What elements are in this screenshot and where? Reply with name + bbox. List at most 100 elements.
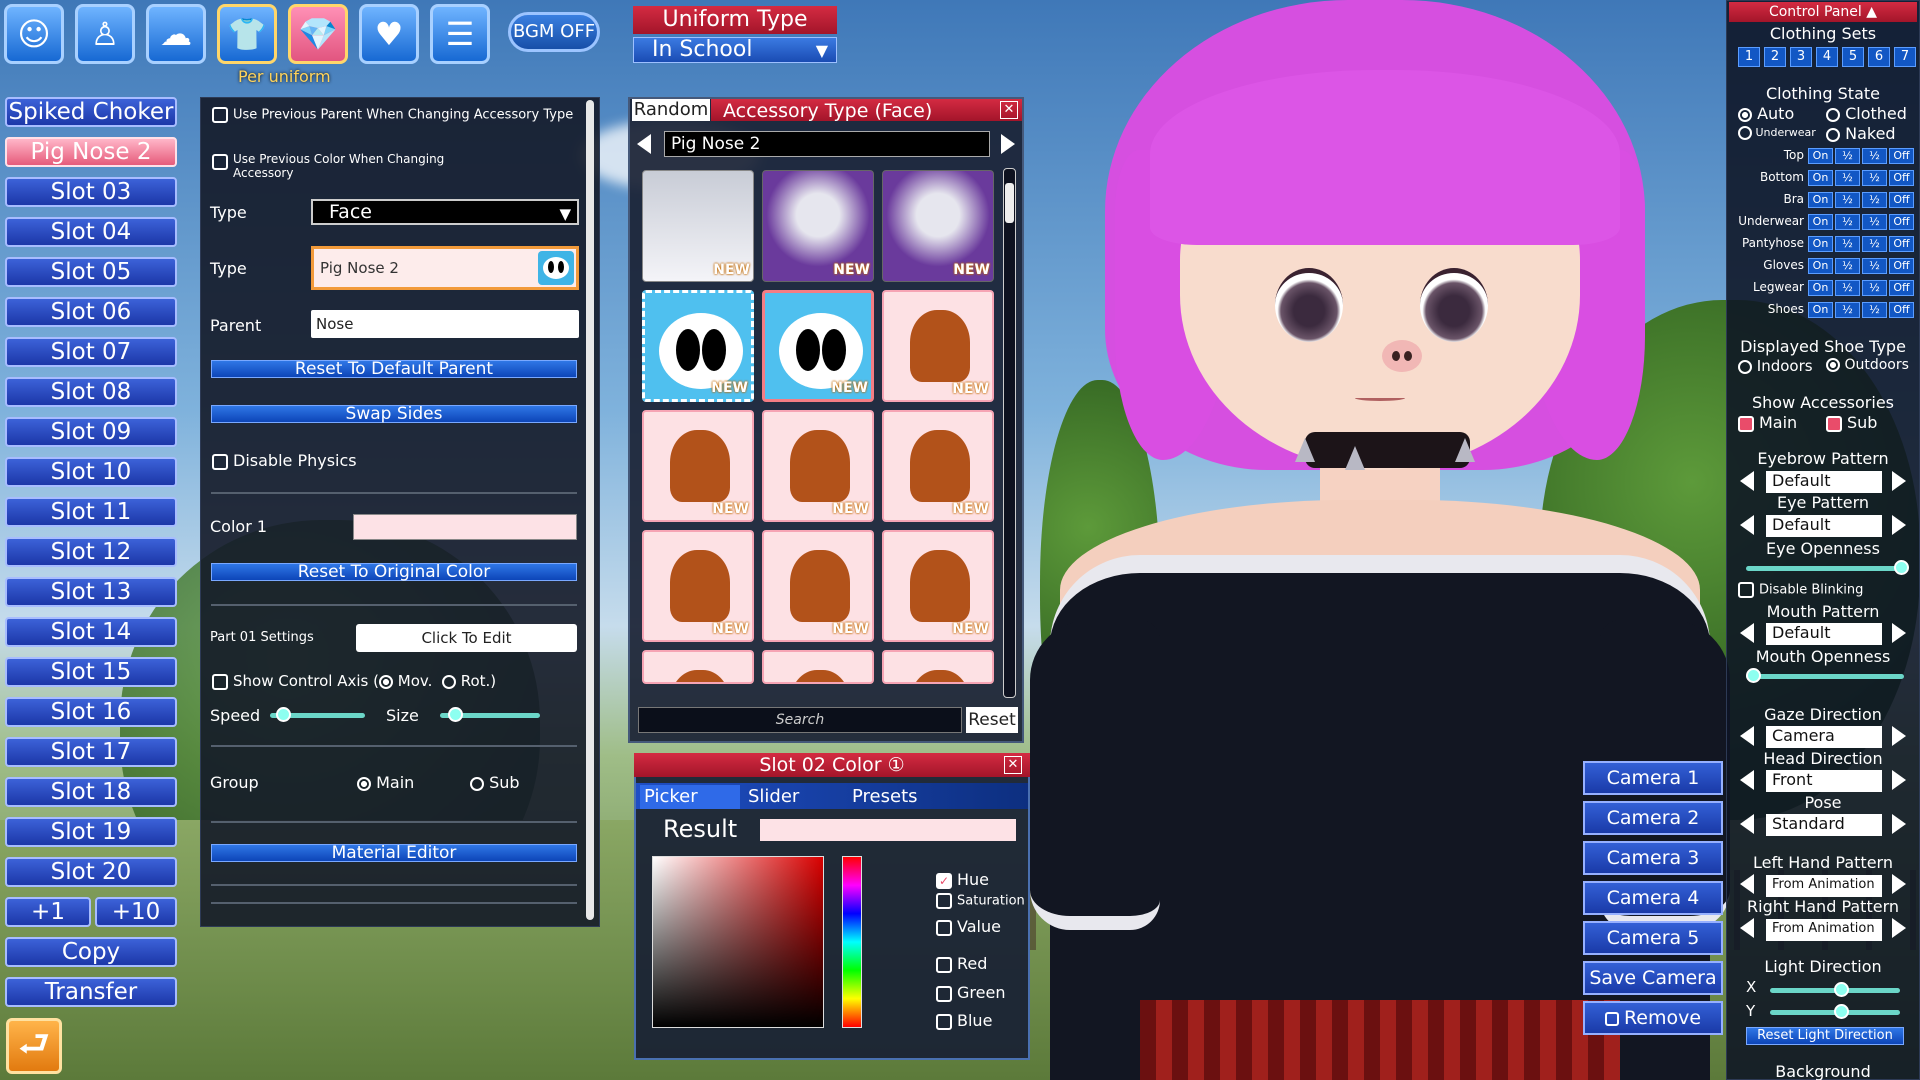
- camera-1-button[interactable]: Camera 1: [1583, 761, 1723, 795]
- size-slider[interactable]: [440, 707, 540, 722]
- use-prev-color-row[interactable]: Use Previous Color When Changing Accesso…: [212, 152, 472, 180]
- accessory-thumbnail-dress[interactable]: NEW: [642, 170, 754, 282]
- bra-state_off-button[interactable]: Off: [1889, 192, 1914, 208]
- top-state_on-button[interactable]: On: [1808, 148, 1833, 164]
- light-x-handle[interactable]: [1834, 982, 1849, 997]
- state-clothed[interactable]: Clothed: [1826, 104, 1907, 123]
- state-auto[interactable]: Auto: [1738, 104, 1794, 123]
- pantyhose-state_half-button[interactable]: ½: [1862, 236, 1887, 252]
- disable-physics-row[interactable]: Disable Physics: [212, 451, 357, 470]
- accessory-thumbnail-hair[interactable]: [642, 650, 754, 684]
- use-prev-color-checkbox[interactable]: [212, 154, 228, 170]
- group-sub-option[interactable]: Sub: [470, 773, 520, 792]
- mouth-next-icon[interactable]: [1892, 623, 1906, 643]
- slot-button-8[interactable]: Slot 08: [5, 377, 177, 407]
- top-state_half-button[interactable]: ½: [1862, 148, 1887, 164]
- use-prev-parent-checkbox[interactable]: [212, 107, 228, 123]
- blue-checkbox[interactable]: [936, 1013, 952, 1030]
- remove-checkbox[interactable]: [1604, 1011, 1619, 1026]
- legwear-state_on-button[interactable]: On: [1808, 280, 1833, 296]
- slot-button-15[interactable]: Slot 15: [5, 657, 177, 687]
- gaze-prev-icon[interactable]: [1740, 726, 1754, 746]
- camera-4-button[interactable]: Camera 4: [1583, 881, 1723, 915]
- red-checkbox[interactable]: [936, 956, 952, 973]
- add-ten-slots-button[interactable]: +10: [95, 897, 177, 927]
- accessory-icon[interactable]: 💎: [288, 4, 348, 64]
- clothing-set-6-button[interactable]: 6: [1868, 47, 1890, 67]
- accessory-thumbnail-hair[interactable]: NEW: [882, 410, 994, 522]
- reset-default-parent-button[interactable]: Reset To Default Parent: [211, 360, 577, 378]
- remove-camera-button[interactable]: Remove: [1583, 1001, 1723, 1035]
- slot-button-17[interactable]: Slot 17: [5, 737, 177, 767]
- accessory-thumbnail-hair[interactable]: [882, 650, 994, 684]
- disable-blinking-checkbox[interactable]: [1738, 582, 1754, 598]
- underwear-state_on-button[interactable]: On: [1808, 214, 1833, 230]
- eye-openness-slider[interactable]: [1746, 560, 1909, 575]
- group-main-radio[interactable]: [357, 776, 371, 791]
- slot-button-2[interactable]: Pig Nose 2: [5, 137, 177, 167]
- size-slider-handle[interactable]: [448, 707, 463, 722]
- accessory-thumbnail-hair[interactable]: NEW: [762, 410, 874, 522]
- tab-presets[interactable]: Presets: [852, 785, 918, 809]
- legwear-state_half-button[interactable]: ½: [1862, 280, 1887, 296]
- hue-strip[interactable]: [842, 856, 862, 1028]
- show-main[interactable]: Main: [1738, 413, 1797, 432]
- state-naked[interactable]: Naked: [1826, 124, 1896, 143]
- gloves-state_off-button[interactable]: Off: [1889, 258, 1914, 274]
- transfer-button[interactable]: Transfer: [5, 977, 177, 1007]
- underwear-state_half-button[interactable]: ½: [1862, 214, 1887, 230]
- head-prev-icon[interactable]: [1740, 770, 1754, 790]
- eye-openness-handle[interactable]: [1894, 560, 1909, 575]
- left-hand-prev-icon[interactable]: [1740, 874, 1754, 894]
- heart-icon[interactable]: ♥: [359, 4, 419, 64]
- hair-icon[interactable]: ☁: [146, 4, 206, 64]
- clothing-set-1-button[interactable]: 1: [1738, 47, 1760, 67]
- slot-button-7[interactable]: Slot 07: [5, 337, 177, 367]
- pantyhose-state_on-button[interactable]: On: [1808, 236, 1833, 252]
- naked-radio[interactable]: [1826, 127, 1840, 142]
- clothing-set-4-button[interactable]: 4: [1816, 47, 1838, 67]
- slot-button-14[interactable]: Slot 14: [5, 617, 177, 647]
- slot-button-19[interactable]: Slot 19: [5, 817, 177, 847]
- light-x-slider[interactable]: [1770, 982, 1900, 997]
- slot-button-11[interactable]: Slot 11: [5, 497, 177, 527]
- reset-original-color-button[interactable]: Reset To Original Color: [211, 563, 577, 581]
- show-sub[interactable]: Sub: [1826, 413, 1877, 432]
- slot-button-13[interactable]: Slot 13: [5, 577, 177, 607]
- add-one-slot-button[interactable]: +1: [5, 897, 91, 927]
- slot-button-5[interactable]: Slot 05: [5, 257, 177, 287]
- close-icon[interactable]: ✕: [1000, 101, 1018, 119]
- outdoors-radio[interactable]: [1826, 358, 1840, 372]
- body-icon[interactable]: ♙: [75, 4, 135, 64]
- slot-button-9[interactable]: Slot 09: [5, 417, 177, 447]
- document-icon[interactable]: ☰: [430, 4, 490, 64]
- color1-swatch[interactable]: [353, 514, 577, 540]
- color-option-value[interactable]: Value: [936, 917, 1001, 936]
- show-sub-checkbox[interactable]: [1826, 415, 1842, 432]
- color-option-green[interactable]: Green: [936, 983, 1005, 1002]
- light-y-handle[interactable]: [1834, 1004, 1849, 1019]
- auto-radio[interactable]: [1738, 107, 1752, 122]
- camera-5-button[interactable]: Camera 5: [1583, 921, 1723, 955]
- accessory-thumbnail-hair[interactable]: NEW: [882, 290, 994, 402]
- show-control-axis-row[interactable]: Show Control Axis ( Mov. Rot.): [212, 672, 496, 690]
- mov-radio[interactable]: [378, 674, 393, 689]
- accessory-thumbnail-hair[interactable]: NEW: [642, 530, 754, 642]
- settings-scrollbar[interactable]: [586, 100, 594, 920]
- top-state_half-button[interactable]: ½: [1835, 148, 1860, 164]
- clothing-set-3-button[interactable]: 3: [1790, 47, 1812, 67]
- slot-button-16[interactable]: Slot 16: [5, 697, 177, 727]
- slot-button-1[interactable]: Spiked Choker: [5, 97, 177, 127]
- next-accessory-arrow-icon[interactable]: [1001, 134, 1015, 154]
- underwear-state_off-button[interactable]: Off: [1889, 214, 1914, 230]
- bottom-state_half-button[interactable]: ½: [1862, 170, 1887, 186]
- slot-button-10[interactable]: Slot 10: [5, 457, 177, 487]
- left-hand-next-icon[interactable]: [1892, 874, 1906, 894]
- eye-prev-icon[interactable]: [1740, 515, 1754, 535]
- camera-2-button[interactable]: Camera 2: [1583, 801, 1723, 835]
- tab-slider[interactable]: Slider: [748, 785, 799, 809]
- underwear-radio[interactable]: [1738, 126, 1752, 140]
- pose-next-icon[interactable]: [1892, 814, 1906, 834]
- clothing-set-2-button[interactable]: 2: [1764, 47, 1786, 67]
- collapse-arrow-icon[interactable]: ▲: [1866, 4, 1877, 20]
